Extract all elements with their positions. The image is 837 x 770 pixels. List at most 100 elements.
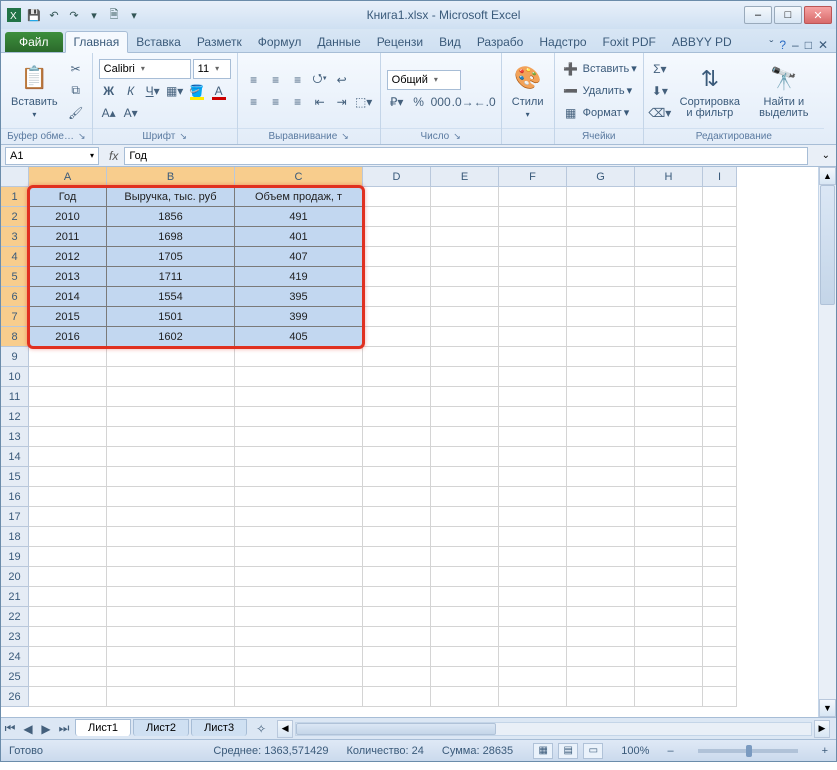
- cell-F10[interactable]: [499, 367, 567, 387]
- cell-B25[interactable]: [107, 667, 235, 687]
- cell-G16[interactable]: [567, 487, 635, 507]
- cell-F8[interactable]: [499, 327, 567, 347]
- cell-I16[interactable]: [703, 487, 737, 507]
- cell-E23[interactable]: [431, 627, 499, 647]
- cell-B10[interactable]: [107, 367, 235, 387]
- cell-F25[interactable]: [499, 667, 567, 687]
- cell-H1[interactable]: [635, 187, 703, 207]
- cell-H17[interactable]: [635, 507, 703, 527]
- cell-C14[interactable]: [235, 447, 363, 467]
- cell-I15[interactable]: [703, 467, 737, 487]
- cell-I17[interactable]: [703, 507, 737, 527]
- cell-E2[interactable]: [431, 207, 499, 227]
- cell-H22[interactable]: [635, 607, 703, 627]
- cell-D17[interactable]: [363, 507, 431, 527]
- sheet-tab-1[interactable]: Лист1: [75, 719, 131, 736]
- cell-H2[interactable]: [635, 207, 703, 227]
- tab-home[interactable]: Главная: [65, 31, 129, 53]
- cell-F2[interactable]: [499, 207, 567, 227]
- row-header-8[interactable]: 8: [1, 327, 29, 347]
- cell-G20[interactable]: [567, 567, 635, 587]
- cell-I7[interactable]: [703, 307, 737, 327]
- cell-D13[interactable]: [363, 427, 431, 447]
- scroll-left-icon[interactable]: ◀: [277, 720, 293, 738]
- cell-G23[interactable]: [567, 627, 635, 647]
- cell-F9[interactable]: [499, 347, 567, 367]
- cell-B21[interactable]: [107, 587, 235, 607]
- ribbon-minimize-icon[interactable]: ˇ: [769, 38, 773, 52]
- row-header-22[interactable]: 22: [1, 607, 29, 627]
- cell-I23[interactable]: [703, 627, 737, 647]
- tab-addins[interactable]: Надстро: [531, 32, 594, 52]
- scroll-right-icon[interactable]: ▶: [814, 720, 830, 738]
- cell-A19[interactable]: [29, 547, 107, 567]
- cell-A10[interactable]: [29, 367, 107, 387]
- cell-I10[interactable]: [703, 367, 737, 387]
- cell-I12[interactable]: [703, 407, 737, 427]
- cell-D23[interactable]: [363, 627, 431, 647]
- cell-E10[interactable]: [431, 367, 499, 387]
- cell-I4[interactable]: [703, 247, 737, 267]
- cell-E15[interactable]: [431, 467, 499, 487]
- cell-G17[interactable]: [567, 507, 635, 527]
- cell-A9[interactable]: [29, 347, 107, 367]
- cell-I8[interactable]: [703, 327, 737, 347]
- cell-G4[interactable]: [567, 247, 635, 267]
- font-color-button[interactable]: A: [209, 81, 229, 101]
- cell-G9[interactable]: [567, 347, 635, 367]
- cut-icon[interactable]: ✂: [66, 59, 86, 79]
- cell-H16[interactable]: [635, 487, 703, 507]
- cell-C20[interactable]: [235, 567, 363, 587]
- name-box[interactable]: A1▾: [5, 147, 99, 165]
- decrease-font-icon[interactable]: A▾: [121, 103, 141, 123]
- cell-I9[interactable]: [703, 347, 737, 367]
- cell-E21[interactable]: [431, 587, 499, 607]
- cell-D21[interactable]: [363, 587, 431, 607]
- cell-H5[interactable]: [635, 267, 703, 287]
- format-cells-button[interactable]: ▦Формат▾: [561, 103, 637, 123]
- cell-B3[interactable]: 1698: [107, 227, 235, 247]
- tab-data[interactable]: Данные: [309, 32, 368, 52]
- cell-H24[interactable]: [635, 647, 703, 667]
- cell-A5[interactable]: 2013: [29, 267, 107, 287]
- column-header-E[interactable]: E: [431, 167, 499, 187]
- prev-sheet-icon[interactable]: ◀: [19, 720, 37, 738]
- cell-B6[interactable]: 1554: [107, 287, 235, 307]
- cell-A18[interactable]: [29, 527, 107, 547]
- cell-F15[interactable]: [499, 467, 567, 487]
- increase-decimal-icon[interactable]: .0→: [453, 92, 473, 112]
- styles-button[interactable]: 🎨 Стили ▾: [508, 60, 548, 121]
- cell-E22[interactable]: [431, 607, 499, 627]
- cell-D11[interactable]: [363, 387, 431, 407]
- next-sheet-icon[interactable]: ▶: [37, 720, 55, 738]
- row-header-24[interactable]: 24: [1, 647, 29, 667]
- cell-G26[interactable]: [567, 687, 635, 707]
- cell-G11[interactable]: [567, 387, 635, 407]
- cell-C17[interactable]: [235, 507, 363, 527]
- cell-G14[interactable]: [567, 447, 635, 467]
- align-bottom-icon[interactable]: ≡: [288, 70, 308, 90]
- autosum-icon[interactable]: Σ▾: [650, 59, 670, 79]
- undo-icon[interactable]: ↶: [45, 6, 63, 24]
- cell-F1[interactable]: [499, 187, 567, 207]
- formula-expand-icon[interactable]: ⌄: [816, 150, 836, 161]
- cell-G15[interactable]: [567, 467, 635, 487]
- page-layout-view-icon[interactable]: ▤: [558, 743, 578, 759]
- column-header-D[interactable]: D: [363, 167, 431, 187]
- cell-A20[interactable]: [29, 567, 107, 587]
- row-header-7[interactable]: 7: [1, 307, 29, 327]
- row-header-6[interactable]: 6: [1, 287, 29, 307]
- help-icon[interactable]: ?: [779, 38, 786, 52]
- fill-color-button[interactable]: 🪣: [187, 81, 207, 101]
- cell-I19[interactable]: [703, 547, 737, 567]
- cell-A13[interactable]: [29, 427, 107, 447]
- cell-C4[interactable]: 407: [235, 247, 363, 267]
- cell-E25[interactable]: [431, 667, 499, 687]
- align-right-icon[interactable]: ≡: [288, 92, 308, 112]
- cell-E5[interactable]: [431, 267, 499, 287]
- cell-I24[interactable]: [703, 647, 737, 667]
- cell-F22[interactable]: [499, 607, 567, 627]
- cell-D18[interactable]: [363, 527, 431, 547]
- cell-I14[interactable]: [703, 447, 737, 467]
- cell-E17[interactable]: [431, 507, 499, 527]
